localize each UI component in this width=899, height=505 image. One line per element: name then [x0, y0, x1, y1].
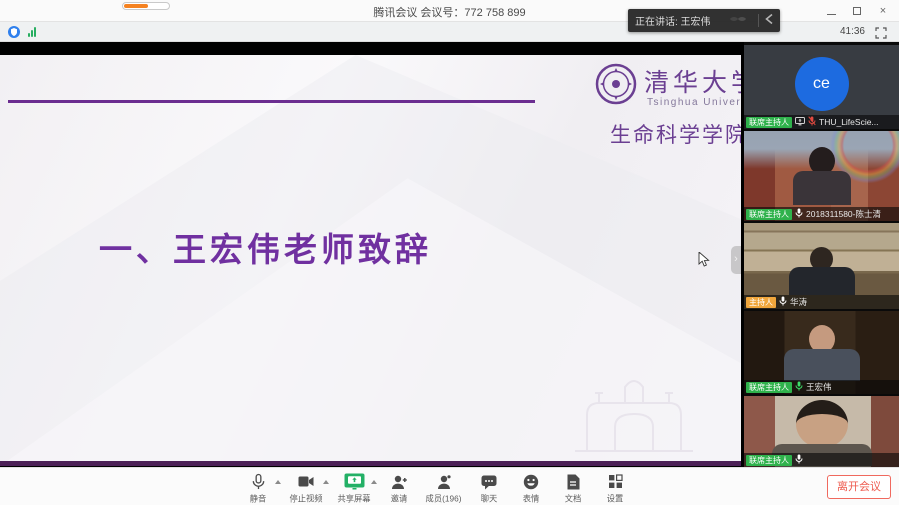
mic-icon: [795, 205, 803, 221]
participant-name: THU_LifeScie...: [819, 117, 879, 127]
mic-active-icon: [795, 378, 803, 394]
school-name: 生命科学学院: [610, 119, 741, 149]
members-button[interactable]: 成员(196): [420, 472, 468, 505]
sidebar-collapse-handle[interactable]: ›: [731, 246, 741, 274]
back-arrow-icon[interactable]: [764, 12, 774, 30]
window-controls: ×: [825, 0, 889, 22]
voice-activity-icon: [728, 12, 752, 30]
participant-name: 华涛: [790, 296, 807, 308]
settings-grid-icon: [608, 472, 623, 491]
leave-meeting-button[interactable]: 离开会议: [827, 475, 891, 499]
emoji-icon: [523, 472, 539, 491]
docs-button[interactable]: 文档: [552, 472, 594, 505]
mic-muted-icon: [808, 113, 816, 129]
participant-info-bar: 联席主持人: [744, 453, 899, 467]
participant-video: [793, 147, 851, 205]
participant-avatar: ce: [795, 57, 849, 111]
security-shield-icon[interactable]: [8, 26, 20, 38]
gate-watermark-icon: [575, 367, 693, 458]
toolbar-items: 静音 停止视频 共享屏幕 邀请: [234, 472, 636, 505]
presentation-slide: 清华大学 Tsinghua University 生命科学学院 一、王宏伟老师致…: [0, 55, 741, 466]
participants-sidebar: ce 联席主持人 THU_LifeScie... 联席主持人: [744, 42, 899, 467]
slide-footer-bar: [0, 461, 741, 466]
speaking-toast: 正在讲话: 王宏伟: [628, 9, 780, 32]
role-badge: 联席主持人: [746, 382, 792, 393]
close-button[interactable]: ×: [877, 5, 889, 17]
participant-info-bar: 联席主持人 2018311580-陈士清: [744, 207, 899, 221]
invite-button[interactable]: 邀请: [378, 472, 420, 505]
mouse-cursor: [698, 252, 710, 273]
mic-icon: [779, 293, 787, 309]
meeting-duration: 41:36: [840, 26, 865, 37]
mic-options-caret[interactable]: [275, 480, 281, 484]
participant-info-bar: 主持人 华涛: [744, 295, 899, 309]
share-screen-button[interactable]: 共享屏幕: [330, 472, 378, 505]
restore-button[interactable]: [851, 5, 863, 17]
toast-divider: [758, 14, 759, 27]
speaking-label: 正在讲话: 王宏伟: [635, 13, 728, 28]
camera-icon: [298, 472, 314, 491]
stop-video-button[interactable]: 停止视频: [282, 472, 330, 505]
settings-button[interactable]: 设置: [594, 472, 636, 505]
meeting-toolbar: 静音 停止视频 共享屏幕 邀请: [0, 467, 899, 505]
tsinghua-seal-icon: [595, 63, 637, 110]
emoji-button[interactable]: 表情: [510, 472, 552, 505]
chat-icon: [481, 472, 497, 491]
participant-name: 王宏伟: [806, 381, 832, 393]
role-badge: 联席主持人: [746, 455, 792, 466]
meeting-window: 腾讯会议 会议号：772 758 899 × 41:36 正在讲话: 王宏伟: [0, 0, 899, 505]
participant-name: 2018311580-陈士清: [806, 208, 881, 220]
participant-video: [789, 247, 855, 295]
university-name-cn: 清华大学: [644, 63, 741, 99]
university-name-en: Tsinghua University: [647, 97, 741, 108]
participant-info-bar: 联席主持人 THU_LifeScie...: [744, 115, 899, 129]
participant-tile[interactable]: 联席主持人 2018311580-陈士清: [744, 131, 899, 221]
participant-tile[interactable]: 联席主持人 王宏伟: [744, 311, 899, 394]
screen-share-icon: [795, 113, 805, 129]
slide-title: 一、王宏伟老师致辞: [0, 223, 531, 271]
invite-person-icon: [391, 472, 408, 491]
slide-accent-line: [8, 100, 535, 103]
share-options-caret[interactable]: [371, 480, 377, 484]
participant-info-bar: 联席主持人 王宏伟: [744, 380, 899, 394]
minimize-button[interactable]: [825, 5, 837, 17]
participant-tile[interactable]: 主持人 华涛: [744, 223, 899, 309]
mic-icon: [795, 451, 803, 467]
video-options-caret[interactable]: [323, 480, 329, 484]
role-badge: 联席主持人: [746, 117, 792, 128]
participant-video: [784, 325, 860, 381]
network-signal-icon[interactable]: [28, 27, 36, 37]
screen-share-active-icon: [344, 472, 365, 491]
participant-tile[interactable]: 联席主持人: [744, 396, 899, 467]
mute-button[interactable]: 静音: [234, 472, 282, 505]
chat-button[interactable]: 聊天: [468, 472, 510, 505]
members-icon: [436, 472, 452, 491]
role-badge: 联席主持人: [746, 209, 792, 220]
document-icon: [566, 472, 580, 491]
fullscreen-icon[interactable]: [875, 26, 887, 38]
participant-tile[interactable]: ce 联席主持人 THU_LifeScie...: [744, 45, 899, 129]
microphone-icon: [251, 472, 266, 491]
shared-screen-region: 清华大学 Tsinghua University 生命科学学院 一、王宏伟老师致…: [0, 42, 899, 467]
role-badge: 主持人: [746, 297, 776, 308]
